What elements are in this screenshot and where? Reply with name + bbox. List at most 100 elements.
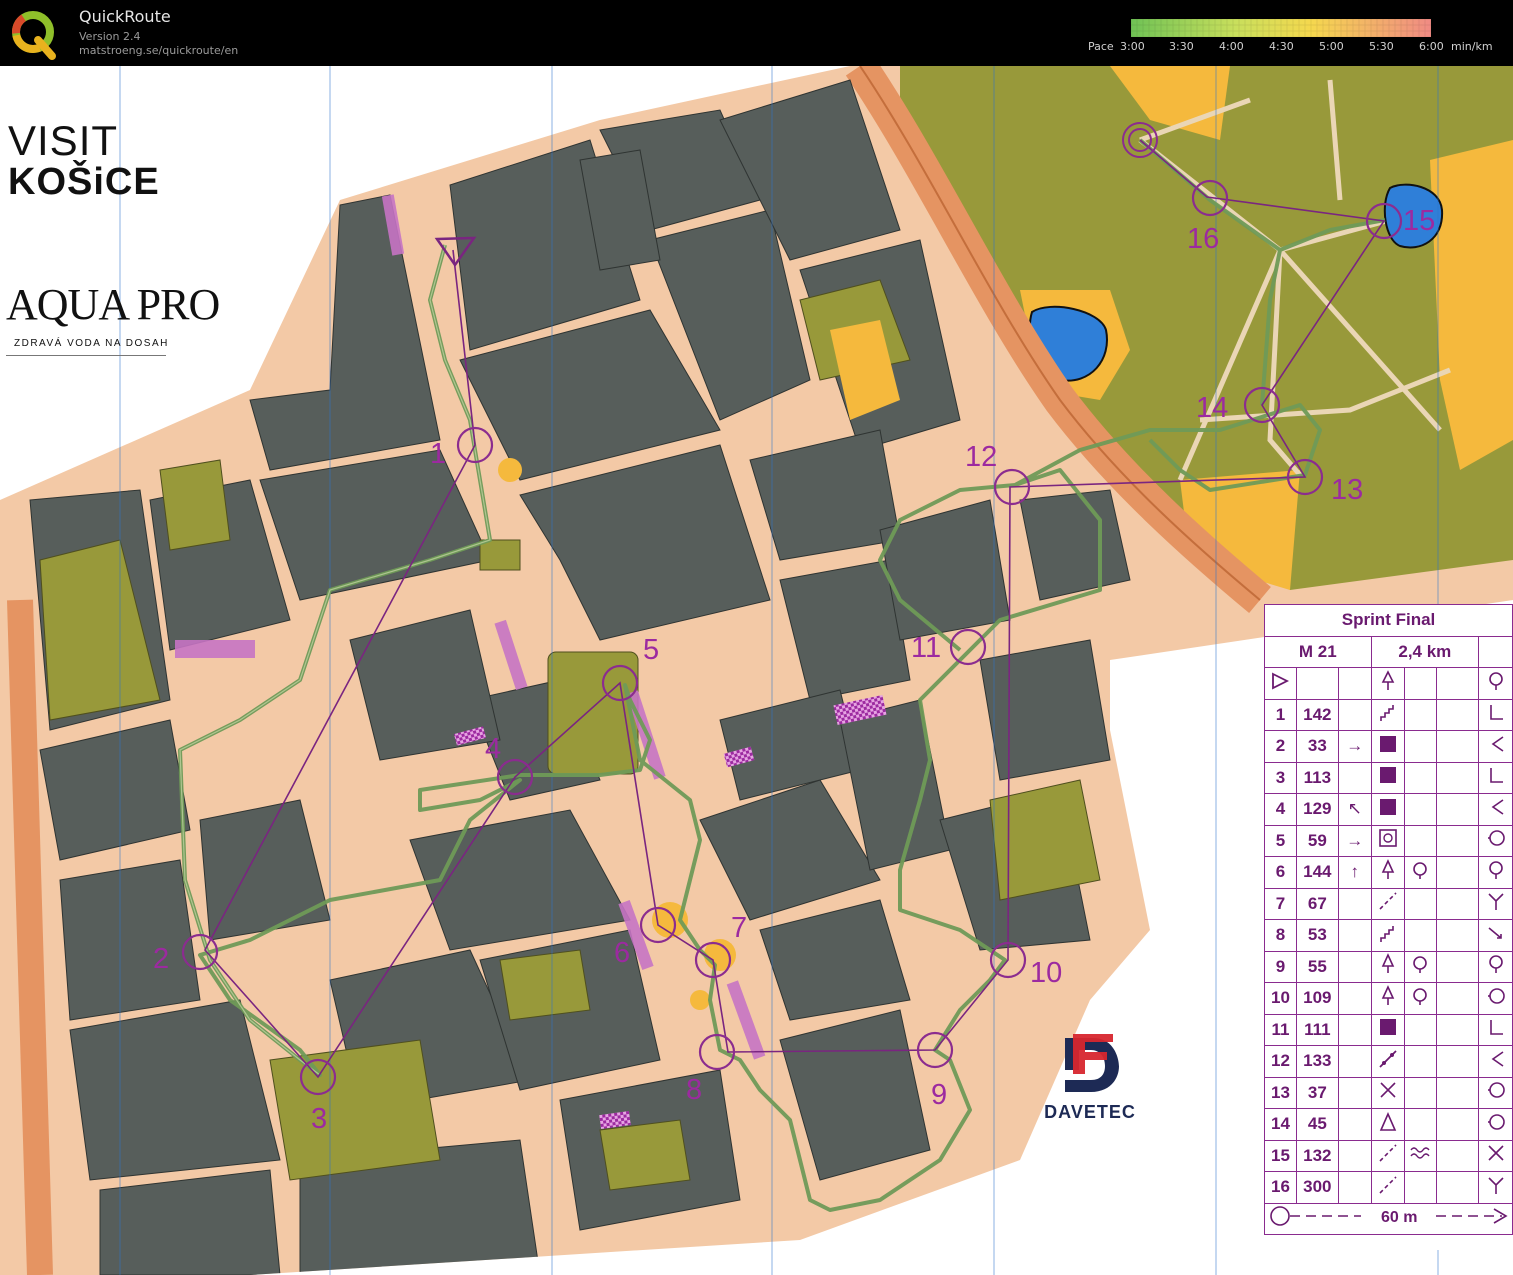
paved-edge-icon (1370, 1171, 1405, 1204)
side-icon (1478, 1108, 1513, 1141)
pace-label: Pace (1088, 40, 1114, 53)
side-icon (1478, 982, 1513, 1015)
control-label: 8 (686, 1074, 702, 1106)
direction-indicator (1337, 1013, 1372, 1046)
start-symbol-icon (1264, 667, 1297, 700)
direction-indicator (1337, 1171, 1372, 1204)
side-icon (1478, 824, 1513, 857)
control-label: 15 (1403, 205, 1435, 237)
control-code: 113 (1295, 761, 1339, 794)
visit-logo-line2: KOŠiCE (8, 161, 160, 203)
control-number: 10 (1264, 982, 1297, 1015)
aquapro-underline (6, 355, 166, 356)
control-number: 14 (1264, 1108, 1297, 1141)
tree-icon (1370, 982, 1405, 1015)
corner-icon (1478, 761, 1513, 794)
direction-indicator (1337, 1076, 1372, 1109)
app-name: QuickRoute (79, 7, 171, 26)
pace-tick: 4:30 (1269, 40, 1294, 53)
control-label: 6 (614, 937, 630, 969)
inner-corner-icon (1478, 730, 1513, 763)
visit-logo-line1: VISIT (8, 117, 119, 164)
course-climb-cell (1478, 635, 1513, 668)
control-number: 7 (1264, 887, 1297, 920)
junction-icon (1478, 887, 1513, 920)
app-title-bar: QuickRoute Version 2.4 matstroeng.se/qui… (0, 0, 1513, 66)
app-version: Version 2.4 (79, 30, 141, 43)
flowerbed-icon (1370, 824, 1405, 857)
water-icon (1403, 1139, 1438, 1172)
visit-kosice-logo: VISIT KOŠiCE (8, 117, 160, 203)
control-row: 12 133 (1264, 1045, 1513, 1078)
tree-icon (1370, 950, 1405, 983)
control-label: 5 (643, 634, 659, 666)
direction-indicator (1337, 1139, 1372, 1172)
control-number: 5 (1264, 824, 1297, 857)
control-code: 111 (1295, 1013, 1339, 1046)
crossing-icon (1370, 1076, 1405, 1109)
bush-icon (1403, 982, 1438, 1015)
foot-icon (1478, 856, 1513, 889)
control-row: 7 67 (1264, 887, 1513, 920)
control-row: 16 300 (1264, 1171, 1513, 1204)
bush-icon (1403, 950, 1438, 983)
direction-indicator (1337, 887, 1372, 920)
pace-tick: 4:00 (1219, 40, 1244, 53)
control-label: 4 (485, 733, 501, 765)
control-code: 53 (1295, 919, 1339, 952)
direction-indicator (1337, 761, 1372, 794)
tree-icon (1370, 856, 1405, 889)
pace-tick: 5:00 (1319, 40, 1344, 53)
control-code: 67 (1295, 887, 1339, 920)
control-code: 33 (1295, 730, 1339, 763)
control-number: 8 (1264, 919, 1297, 952)
control-code: 142 (1295, 698, 1339, 731)
direction-indicator: → (1337, 730, 1372, 763)
finish-leg-icon: 60 m (1270, 1206, 1508, 1226)
control-number: 16 (1264, 1171, 1297, 1204)
direction-indicator: ↑ (1337, 856, 1372, 889)
course-length: 2,4 km (1370, 635, 1480, 668)
control-description-sheet: Sprint Final M 21 2,4 km 1 142 2 33 → 3 … (1264, 604, 1513, 1250)
crossing-icon (1478, 1139, 1513, 1172)
inner-corner-icon (1478, 1045, 1513, 1078)
control-row: 10 109 (1264, 982, 1513, 1015)
control-label: 11 (911, 632, 941, 664)
control-row: 4 129 ↖ (1264, 793, 1513, 826)
davetec-name: DAVETEC (1044, 1102, 1136, 1122)
control-code: 55 (1295, 950, 1339, 983)
start-row (1264, 667, 1513, 700)
building-icon (1370, 730, 1405, 763)
control-label: 14 (1196, 392, 1228, 424)
building-icon (1370, 761, 1405, 794)
end-icon (1478, 919, 1513, 952)
pace-scale-labels: Pace 3:00 3:30 4:00 4:30 5:00 5:30 6:00 … (1080, 40, 1510, 56)
monument-icon (1370, 1108, 1405, 1141)
control-row: 3 113 (1264, 761, 1513, 794)
tree-icon (1370, 667, 1405, 700)
pace-tick: 3:00 (1120, 40, 1145, 53)
building-icon (1370, 1013, 1405, 1046)
stairs-icon (1370, 698, 1405, 731)
control-number: 3 (1264, 761, 1297, 794)
direction-indicator: → (1337, 824, 1372, 857)
direction-indicator (1337, 698, 1372, 731)
corner-icon (1478, 698, 1513, 731)
control-row: 8 53 (1264, 919, 1513, 952)
foot-icon (1478, 667, 1513, 700)
pace-tick: 3:30 (1169, 40, 1194, 53)
davetec-logo: DAVETEC (1040, 1030, 1140, 1123)
pace-unit: min/km (1451, 40, 1493, 53)
quickroute-logo-icon (12, 11, 56, 60)
pace-tick: 5:30 (1369, 40, 1394, 53)
control-label: 9 (931, 1079, 947, 1111)
control-code: 144 (1295, 856, 1339, 889)
finish-distance: 60 m (1381, 1209, 1417, 1226)
control-row: 15 132 (1264, 1139, 1513, 1172)
bush-icon (1403, 856, 1438, 889)
control-code: 133 (1295, 1045, 1339, 1078)
foot-icon (1478, 950, 1513, 983)
control-label: 7 (731, 912, 747, 944)
paved-edge-icon (1370, 1139, 1405, 1172)
pace-tick: 6:00 (1419, 40, 1444, 53)
